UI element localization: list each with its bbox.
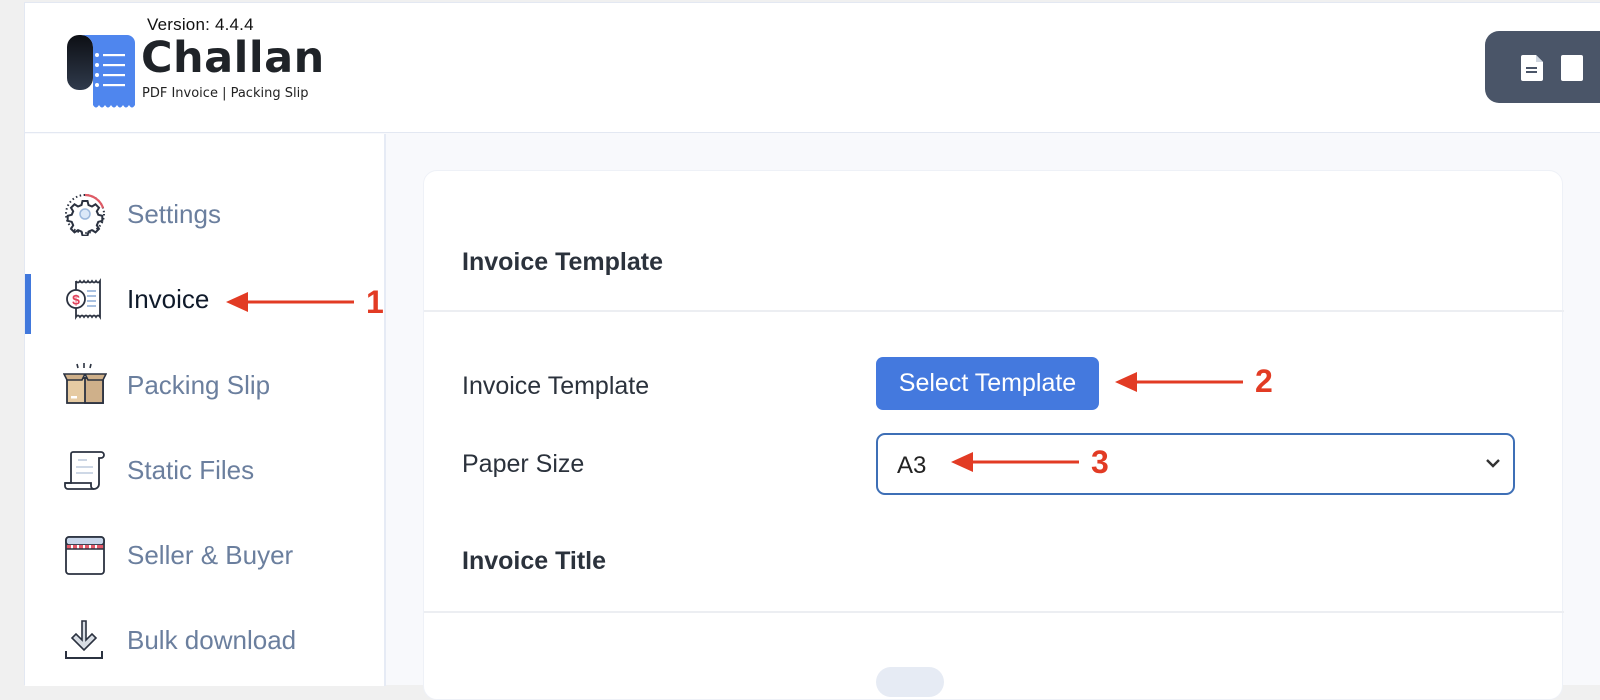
sidebar: Settings $ Invoice Packing Slip Static F… <box>25 134 386 686</box>
version-label: Version: 4.4.4 <box>147 15 254 34</box>
section-title-invoice-title: Invoice Title <box>462 547 607 575</box>
toggle-switch[interactable] <box>876 667 944 697</box>
annotation-arrow-2 <box>1115 372 1243 392</box>
annotation-number-3: 3 <box>1091 444 1109 480</box>
invoice-receipt-icon: $ <box>66 278 101 320</box>
annotation-number-2: 2 <box>1255 363 1273 399</box>
storefront-icon <box>65 536 105 575</box>
invoice-settings-card: Invoice Template Invoice Template Select… <box>423 170 1564 700</box>
header: Version: 4.4.4 Challan PDF Invoice | Pac… <box>25 3 1600 133</box>
logo[interactable]: Version: 4.4.4 Challan PDF Invoice | Pac… <box>65 13 325 123</box>
invoice-template-label: Invoice Template <box>462 372 650 400</box>
divider <box>424 611 1564 613</box>
sidebar-item-settings[interactable]: Settings <box>25 184 384 244</box>
chevron-down-icon <box>1486 459 1500 468</box>
svg-text:$: $ <box>72 292 80 308</box>
sidebar-item-seller-buyer[interactable]: Seller & Buyer <box>25 525 384 585</box>
sidebar-item-label: Bulk download <box>127 624 297 655</box>
sidebar-item-label: Static Files <box>127 454 255 485</box>
sidebar-item-bulk-download[interactable]: Bulk download <box>25 610 384 670</box>
sidebar-item-static-files[interactable]: Static Files <box>25 440 384 500</box>
sidebar-item-packing-slip[interactable]: Packing Slip <box>25 355 384 415</box>
paper-size-value: A3 <box>897 452 927 479</box>
gear-icon <box>65 193 105 236</box>
sidebar-item-label: Invoice <box>127 283 210 314</box>
annotation-arrow-3 <box>951 452 1079 472</box>
brand-tagline: PDF Invoice | Packing Slip <box>142 86 309 101</box>
sidebar-item-label: Seller & Buyer <box>127 539 294 570</box>
document-icon <box>1561 55 1583 81</box>
app-window: Version: 4.4.4 Challan PDF Invoice | Pac… <box>24 2 1600 700</box>
paper-size-label: Paper Size <box>462 450 585 478</box>
receipt-list-icon <box>67 35 135 108</box>
header-action-button[interactable] <box>1485 31 1600 103</box>
open-box-icon <box>63 363 107 404</box>
annotation-arrow-1 <box>226 292 354 312</box>
scroll-document-icon <box>64 451 105 490</box>
section-title-invoice-template: Invoice Template <box>462 248 663 276</box>
download-icon <box>65 620 103 659</box>
document-icon <box>1521 55 1543 81</box>
divider <box>424 310 1564 312</box>
sidebar-item-label: Settings <box>127 198 221 229</box>
annotation-number-1: 1 <box>366 284 384 320</box>
select-template-button[interactable]: Select Template <box>876 357 1099 410</box>
brand-name: Challan <box>141 33 325 83</box>
sidebar-item-label: Packing Slip <box>127 369 271 400</box>
